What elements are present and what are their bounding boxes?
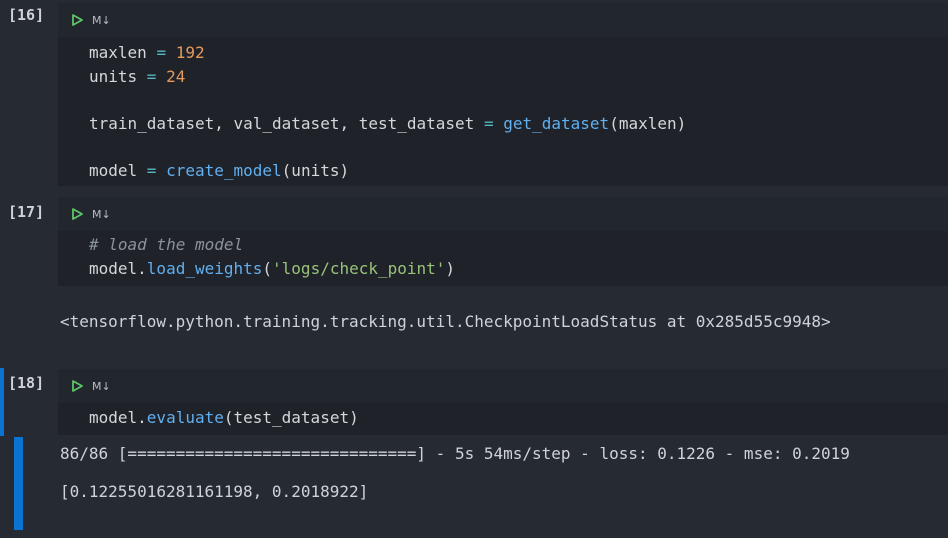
cell-toolbar: M↓	[58, 3, 948, 37]
evaluate-result-output: [0.12255016281161198, 0.2018922]	[60, 482, 369, 501]
output-collapse-bar[interactable]	[14, 437, 23, 530]
cell-focus-indicator	[0, 368, 4, 436]
code-editor[interactable]: model.evaluate(test_dataset)	[58, 403, 948, 435]
cell-toolbar: M↓	[58, 369, 948, 403]
code-line: maxlen = 192	[89, 43, 205, 62]
code-editor[interactable]: # load the model model.load_weights('log…	[58, 231, 948, 286]
execution-count: [16]	[8, 6, 45, 24]
code-editor[interactable]: maxlen = 192 units = 24 train_dataset, v…	[58, 37, 948, 186]
run-cell-button[interactable]	[64, 201, 90, 227]
play-icon	[72, 14, 83, 26]
play-icon	[72, 380, 83, 392]
execution-count: [18]	[8, 374, 45, 392]
training-progress-output: 86/86 [==============================] -…	[60, 444, 850, 463]
markdown-toggle[interactable]: M↓	[92, 208, 111, 221]
cell-output: <tensorflow.python.training.tracking.uti…	[60, 312, 831, 331]
code-line: model.evaluate(test_dataset)	[89, 408, 359, 427]
play-icon	[72, 208, 83, 220]
code-line: train_dataset, val_dataset, test_dataset…	[89, 114, 687, 133]
cell-18[interactable]: [18] M↓ model.evaluate(test_dataset) 86/…	[0, 368, 948, 538]
markdown-toggle[interactable]: M↓	[92, 380, 111, 393]
markdown-toggle[interactable]: M↓	[92, 14, 111, 27]
cell-17[interactable]: [17] M↓ # load the model model.load_weig…	[0, 197, 948, 362]
code-comment: # load the model	[89, 235, 244, 254]
code-line: model.load_weights('logs/check_point')	[89, 259, 456, 278]
code-line: model = create_model(units)	[89, 161, 350, 180]
cell-16[interactable]: [16] M↓ maxlen = 192 units = 24 train_da…	[0, 0, 948, 190]
cell-toolbar: M↓	[58, 197, 948, 231]
run-cell-button[interactable]	[64, 373, 90, 399]
code-line: units = 24	[89, 67, 186, 86]
execution-count: [17]	[8, 203, 45, 221]
run-cell-button[interactable]	[64, 7, 90, 33]
notebook: [16] M↓ maxlen = 192 units = 24 train_da…	[0, 0, 948, 538]
